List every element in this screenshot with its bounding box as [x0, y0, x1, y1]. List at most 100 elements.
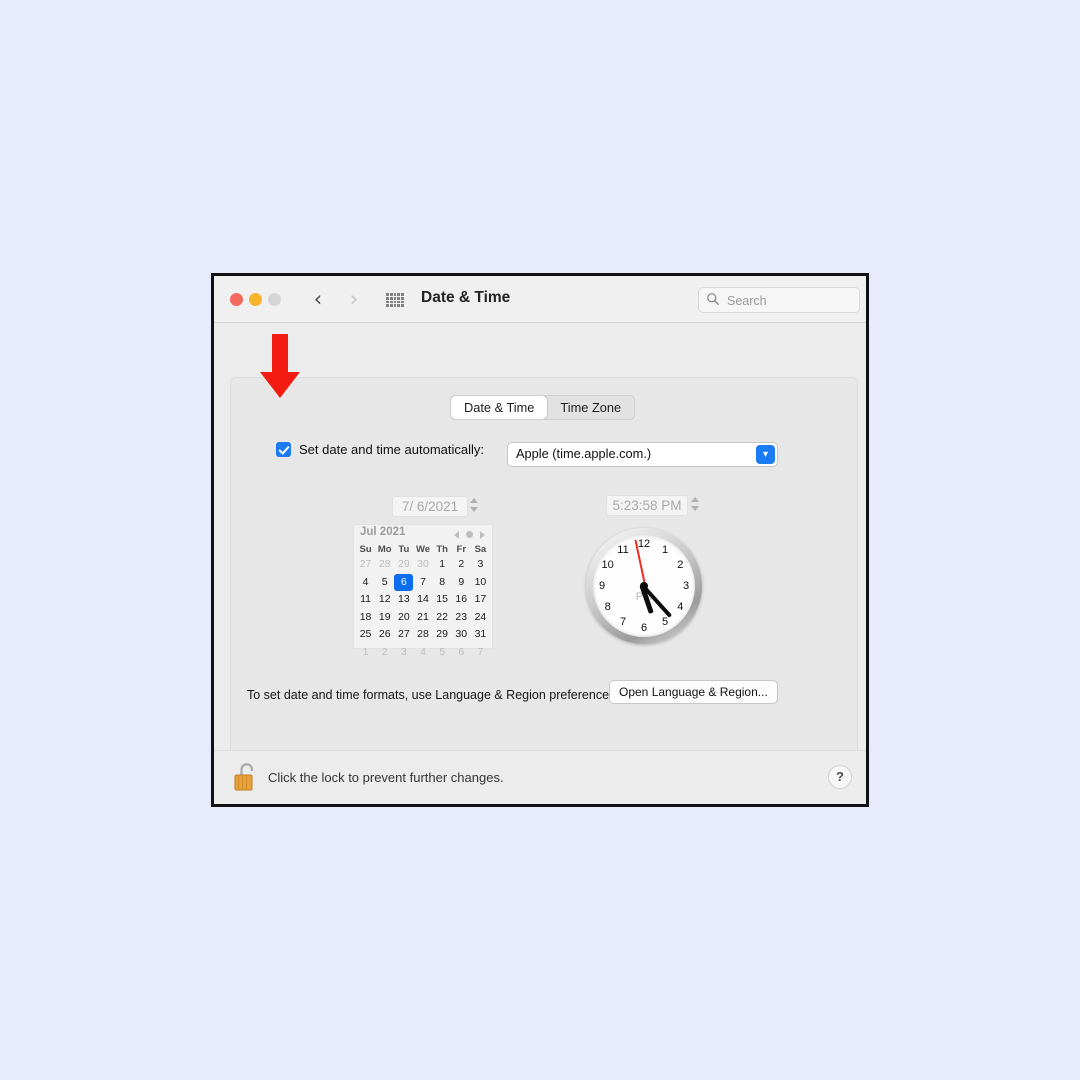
calendar-header: Jul 2021 — [354, 525, 492, 543]
calendar-day[interactable]: 12 — [375, 591, 394, 609]
lock-bar-text: Click the lock to prevent further change… — [268, 770, 504, 785]
calendar-day[interactable]: 15 — [433, 591, 452, 609]
calendar-day-header: Th — [436, 544, 448, 555]
calendar-day[interactable]: 16 — [452, 591, 471, 609]
preferences-body: Date & Time Time Zone Set date and time … — [214, 323, 866, 804]
today-dot-icon[interactable] — [465, 530, 475, 540]
calendar-day[interactable]: 9 — [452, 574, 471, 592]
forward-chevron-icon[interactable]: › — [344, 288, 364, 310]
calendar-day[interactable]: 10 — [471, 574, 490, 592]
unlocked-padlock-icon[interactable] — [233, 760, 259, 794]
date-stepper-up-icon[interactable] — [470, 498, 478, 503]
calendar-week-row: 4 5 6 7 8 9 10 — [354, 573, 492, 592]
window-titlebar: ‹ › Date & Time — [214, 276, 866, 323]
time-server-combobox[interactable]: Apple (time.apple.com.) ▾ — [507, 442, 778, 467]
time-stepper-down-icon[interactable] — [691, 506, 699, 511]
back-chevron-icon[interactable]: ‹ — [308, 288, 328, 310]
calendar-day[interactable]: 28 — [375, 556, 394, 574]
calendar-day[interactable]: 20 — [394, 609, 413, 627]
calendar-day[interactable]: 30 — [452, 626, 471, 644]
tab-date-and-time[interactable]: Date & Time — [451, 396, 548, 419]
calendar-month-label: Jul 2021 — [360, 526, 406, 538]
date-and-time-preferences-window: ‹ › Date & Time Date & Time Time Zone — [211, 273, 869, 807]
calendar-day[interactable]: 31 — [471, 626, 490, 644]
calendar-day[interactable]: 3 — [394, 644, 413, 662]
clock-hour-number: 10 — [601, 559, 614, 571]
zoom-button[interactable] — [268, 293, 281, 306]
calendar-day[interactable]: 2 — [375, 644, 394, 662]
analog-clock: 121234567891011 PM — [586, 528, 702, 644]
calendar-day[interactable]: 5 — [375, 574, 394, 592]
search-input[interactable] — [725, 288, 855, 314]
clock-hour-number: 11 — [617, 543, 629, 556]
chevron-left-icon[interactable] — [452, 530, 462, 540]
clock-hour-number: 12 — [637, 538, 651, 550]
calendar-day[interactable]: 27 — [356, 556, 375, 574]
date-stepper[interactable] — [470, 496, 481, 514]
calendar-day-header: Su — [359, 544, 372, 555]
calendar-day[interactable]: 23 — [452, 609, 471, 627]
calendar-week-row: 18 19 20 21 22 23 24 — [354, 609, 492, 627]
calendar-day-selected[interactable]: 6 — [394, 573, 414, 591]
calendar-widget[interactable]: Jul 2021 Su Mo Tu We Th Fr Sa 27 28 29 30 1 2 3 4 5 6 7 8… — [353, 524, 493, 658]
set-date-time-automatically-label: Set date and time automatically: — [299, 442, 484, 457]
clock-hour-number: 6 — [640, 622, 648, 634]
calendar-day[interactable]: 18 — [356, 609, 375, 627]
calendar-grid: 27 28 29 30 1 2 3 4 5 6 7 8 9 10 11 12 13 14 15 16 17 18 19 20 2… — [354, 556, 492, 661]
calendar-day[interactable]: 7 — [413, 574, 432, 592]
calendar-day[interactable]: 22 — [433, 609, 452, 627]
clock-hour-number: 7 — [619, 616, 627, 629]
calendar-day[interactable]: 1 — [433, 556, 452, 574]
calendar-day[interactable]: 21 — [413, 609, 432, 627]
clock-center-pin — [640, 582, 648, 590]
time-field[interactable]: 5:23:58 PM — [606, 495, 688, 516]
calendar-day[interactable]: 8 — [433, 574, 452, 592]
calendar-day[interactable]: 3 — [471, 556, 490, 574]
calendar-day[interactable]: 7 — [471, 644, 490, 662]
content-panel — [230, 377, 858, 767]
date-field[interactable]: 7/ 6/2021 — [392, 496, 468, 517]
calendar-day-header: Sa — [474, 544, 487, 555]
calendar-day[interactable]: 17 — [471, 591, 490, 609]
calendar-day[interactable]: 19 — [375, 609, 394, 627]
calendar-day[interactable]: 14 — [413, 591, 432, 609]
chevron-down-icon[interactable]: ▾ — [756, 445, 775, 464]
calendar-day[interactable]: 2 — [452, 556, 471, 574]
time-stepper[interactable] — [691, 495, 702, 513]
time-stepper-up-icon[interactable] — [691, 497, 699, 502]
minimize-button[interactable] — [249, 293, 262, 306]
calendar-day[interactable]: 27 — [394, 626, 413, 644]
calendar-day[interactable]: 29 — [394, 556, 413, 574]
set-date-time-automatically-checkbox[interactable] — [276, 442, 291, 457]
page-title: Date & Time — [421, 289, 511, 306]
tab-time-zone[interactable]: Time Zone — [547, 396, 634, 419]
calendar-day[interactable]: 29 — [433, 626, 452, 644]
search-box[interactable] — [698, 287, 860, 314]
calendar-day[interactable]: 4 — [413, 644, 432, 662]
calendar-day-header: Mo — [377, 544, 392, 555]
clock-hour-number: 5 — [661, 616, 669, 629]
date-format-note: To set date and time formats, use Langua… — [247, 688, 619, 702]
calendar-day[interactable]: 5 — [433, 644, 452, 662]
calendar-day-headers: Su Mo Tu We Th Fr Sa — [354, 543, 492, 556]
apps-grid-icon[interactable] — [386, 293, 404, 307]
calendar-day[interactable]: 13 — [394, 591, 413, 609]
chevron-right-icon[interactable] — [478, 530, 488, 540]
calendar-day[interactable]: 30 — [413, 556, 432, 574]
calendar-day[interactable]: 11 — [356, 591, 375, 609]
open-language-and-region-button[interactable]: Open Language & Region... — [609, 680, 778, 704]
calendar-day[interactable]: 26 — [375, 626, 394, 644]
calendar-day[interactable]: 1 — [356, 644, 375, 662]
date-stepper-down-icon[interactable] — [470, 507, 478, 512]
calendar-day[interactable]: 24 — [471, 609, 490, 627]
set-automatically-row: Set date and time automatically: — [276, 442, 484, 457]
search-icon — [707, 293, 719, 305]
calendar-week-row: 1234567 — [354, 644, 492, 662]
calendar-day[interactable]: 25 — [356, 626, 375, 644]
calendar-day[interactable]: 6 — [452, 644, 471, 662]
help-button[interactable]: ? — [828, 765, 852, 789]
calendar-day[interactable]: 4 — [356, 574, 375, 592]
tab-bar: Date & Time Time Zone — [450, 395, 636, 420]
calendar-day[interactable]: 28 — [413, 626, 432, 644]
close-button[interactable] — [230, 293, 243, 306]
